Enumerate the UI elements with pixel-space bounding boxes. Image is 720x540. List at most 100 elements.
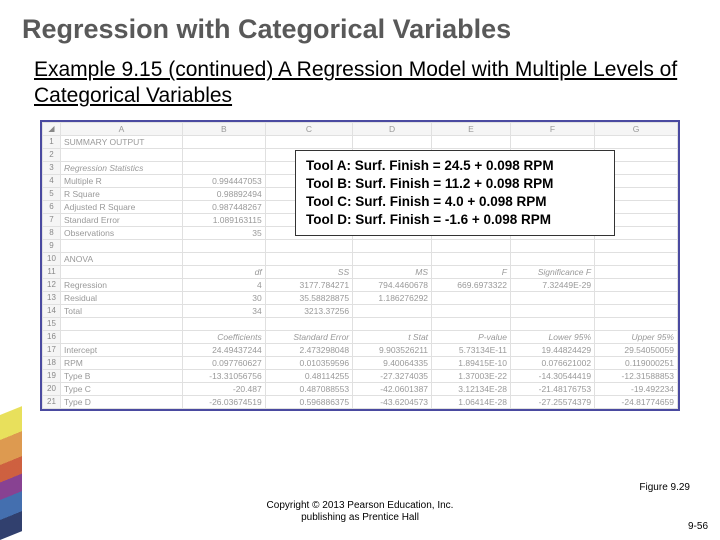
cell: 0.596886375 <box>265 395 352 408</box>
cell: 669.6973322 <box>432 278 511 291</box>
cell <box>182 135 265 148</box>
cell <box>432 135 511 148</box>
excel-corner: ◢ <box>43 122 61 135</box>
cell <box>595 252 678 265</box>
cell <box>510 252 594 265</box>
cell <box>61 317 183 330</box>
figure-label: Figure 9.29 <box>639 482 690 493</box>
cell <box>510 317 594 330</box>
cell: 0.98892494 <box>182 187 265 200</box>
row-number: 5 <box>43 187 61 200</box>
cell <box>510 239 594 252</box>
cell <box>510 291 594 304</box>
cell: Coefficients <box>182 330 265 343</box>
cell: Intercept <box>61 343 183 356</box>
row-number: 8 <box>43 226 61 239</box>
cell: 5.73134E-11 <box>432 343 511 356</box>
cell: -42.0601387 <box>353 382 432 395</box>
cell: Type D <box>61 395 183 408</box>
cell: SS <box>265 265 352 278</box>
cell: -20.487 <box>182 382 265 395</box>
copyright: Copyright © 2013 Pearson Education, Inc.… <box>0 500 720 524</box>
cell <box>182 317 265 330</box>
cell <box>182 239 265 252</box>
cell <box>265 252 352 265</box>
table-row: 16CoefficientsStandard Errort StatP-valu… <box>43 330 678 343</box>
excel-screenshot: ◢ A B C D E F G 1SUMMARY OUTPUT23Regress… <box>40 120 680 411</box>
cell: t Stat <box>353 330 432 343</box>
row-number: 21 <box>43 395 61 408</box>
row-number: 6 <box>43 200 61 213</box>
cell <box>510 304 594 317</box>
cell <box>61 265 183 278</box>
col-C: C <box>265 122 352 135</box>
row-number: 4 <box>43 174 61 187</box>
cell: df <box>182 265 265 278</box>
cell <box>353 239 432 252</box>
cell: -12.31588853 <box>595 369 678 382</box>
cell <box>595 239 678 252</box>
cell: 0.076621002 <box>510 356 594 369</box>
row-number: 15 <box>43 317 61 330</box>
cell <box>432 239 511 252</box>
table-row: 13Residual3035.588288751.186276292 <box>43 291 678 304</box>
cell: -13.31056756 <box>182 369 265 382</box>
cell <box>595 135 678 148</box>
cell: -24.81774659 <box>595 395 678 408</box>
cell: R Square <box>61 187 183 200</box>
table-row: 11dfSSMSFSignificance F <box>43 265 678 278</box>
table-row: 10ANOVA <box>43 252 678 265</box>
cell: Regression Statistics <box>61 161 183 174</box>
table-row: 19Type B-13.310567560.48114255-27.327403… <box>43 369 678 382</box>
cell: 9.903526211 <box>353 343 432 356</box>
cell: 0.487088553 <box>265 382 352 395</box>
cell: P-value <box>432 330 511 343</box>
cell: 0.010359596 <box>265 356 352 369</box>
cell: 0.994447053 <box>182 174 265 187</box>
table-row: 12Regression43177.784271794.4460678669.6… <box>43 278 678 291</box>
slide-number: 9-56 <box>688 521 708 532</box>
eq-tool-d: Tool D: Surf. Finish = -1.6 + 0.098 RPM <box>306 211 604 229</box>
copyright-line1: Copyright © 2013 Pearson Education, Inc. <box>267 500 454 511</box>
cell: SUMMARY OUTPUT <box>61 135 183 148</box>
cell: 2.473298048 <box>265 343 352 356</box>
row-number: 13 <box>43 291 61 304</box>
slide-subtitle: Example 9.15 (continued) A Regression Mo… <box>0 45 720 110</box>
cell: Total <box>61 304 183 317</box>
table-row: 9 <box>43 239 678 252</box>
cell: ANOVA <box>61 252 183 265</box>
cell: MS <box>353 265 432 278</box>
cell <box>182 148 265 161</box>
cell <box>61 330 183 343</box>
cell: 3177.784271 <box>265 278 352 291</box>
cell: -19.492234 <box>595 382 678 395</box>
cell: -26.03674519 <box>182 395 265 408</box>
equation-box: Tool A: Surf. Finish = 24.5 + 0.098 RPM … <box>295 150 615 237</box>
slide-title: Regression with Categorical Variables <box>0 0 720 45</box>
col-A: A <box>61 122 183 135</box>
cell: 1.37003E-22 <box>432 369 511 382</box>
row-number: 16 <box>43 330 61 343</box>
cell: RPM <box>61 356 183 369</box>
eq-tool-b: Tool B: Surf. Finish = 11.2 + 0.098 RPM <box>306 175 604 193</box>
cell: 0.987448267 <box>182 200 265 213</box>
cell: 0.48114255 <box>265 369 352 382</box>
row-number: 17 <box>43 343 61 356</box>
cell <box>61 239 183 252</box>
cell: 19.44824429 <box>510 343 594 356</box>
cell: Adjusted R Square <box>61 200 183 213</box>
table-row: 17Intercept24.494372442.4732980489.90352… <box>43 343 678 356</box>
cell: Residual <box>61 291 183 304</box>
cell <box>265 239 352 252</box>
eq-tool-a: Tool A: Surf. Finish = 24.5 + 0.098 RPM <box>306 157 604 175</box>
cell <box>353 135 432 148</box>
cell: Standard Error <box>61 213 183 226</box>
row-number: 3 <box>43 161 61 174</box>
cell <box>595 291 678 304</box>
cell: Significance F <box>510 265 594 278</box>
cell: 3213.37256 <box>265 304 352 317</box>
cell <box>432 252 511 265</box>
cell <box>182 161 265 174</box>
cell: Regression <box>61 278 183 291</box>
col-E: E <box>432 122 511 135</box>
